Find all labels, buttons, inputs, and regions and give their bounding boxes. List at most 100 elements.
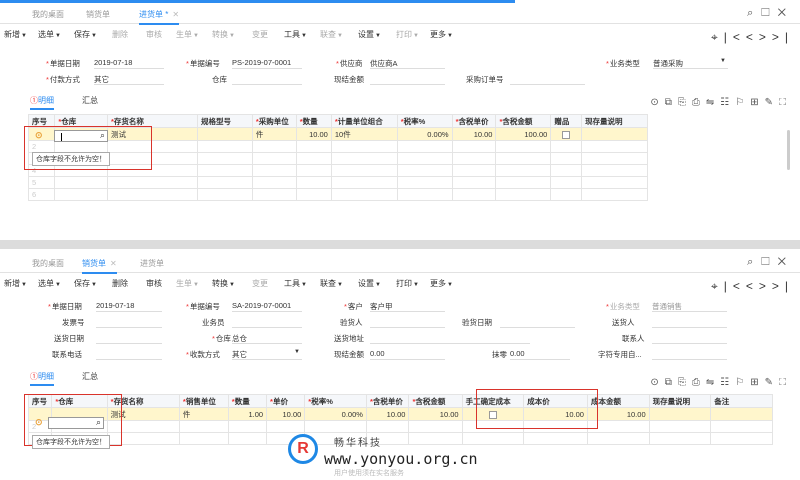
discount-field[interactable]: 0.00 bbox=[510, 349, 570, 360]
last-record-icon[interactable]: >| bbox=[772, 30, 794, 44]
grid-cell[interactable] bbox=[196, 188, 253, 201]
toolbar-11-button[interactable]: 打印▼ bbox=[396, 29, 419, 40]
paste-icon[interactable]: ⎘ bbox=[678, 377, 692, 388]
grid-cell[interactable]: 1.00 bbox=[227, 407, 268, 421]
grid-cell[interactable] bbox=[396, 188, 453, 201]
grid-cell[interactable] bbox=[550, 176, 583, 189]
swap-icon[interactable]: ⇋ bbox=[706, 97, 720, 108]
column-header[interactable]: 规格型号 bbox=[196, 114, 253, 128]
grid-cell[interactable] bbox=[581, 176, 648, 189]
grid-cell[interactable]: 0.00% bbox=[396, 127, 453, 141]
fullscreen-icon[interactable]: ⛶ bbox=[779, 377, 792, 388]
print-icon[interactable]: ⎙ bbox=[692, 377, 706, 388]
columns-icon[interactable]: ☷ bbox=[720, 97, 735, 108]
grid-cell[interactable] bbox=[304, 420, 367, 433]
grid-cell[interactable] bbox=[251, 152, 297, 165]
grid-cell[interactable] bbox=[648, 420, 712, 433]
grid-cell[interactable] bbox=[396, 152, 453, 165]
table-row[interactable]: 5 bbox=[27, 176, 648, 189]
grid-cell[interactable] bbox=[107, 188, 198, 201]
column-header[interactable]: 备注 bbox=[710, 394, 773, 408]
grid-cell[interactable] bbox=[330, 176, 398, 189]
toolbar-5-button[interactable]: 生单▼ bbox=[176, 278, 199, 289]
tab-my-desktop[interactable]: 我的桌面 bbox=[32, 9, 64, 20]
toolbar-0-button[interactable]: 新增▼ bbox=[4, 29, 27, 40]
toolbar-6-button[interactable]: 转换▼ bbox=[212, 278, 235, 289]
grid-cell[interactable] bbox=[451, 164, 497, 177]
column-header[interactable]: *采购单位 bbox=[251, 114, 297, 128]
toolbar-9-button[interactable]: 联查▼ bbox=[320, 278, 343, 289]
subtab-detail[interactable]: ①明细 bbox=[30, 371, 54, 386]
receive-date-field[interactable] bbox=[500, 317, 575, 328]
toolbar-5-button[interactable]: 生单▼ bbox=[176, 29, 199, 40]
grid-cell[interactable] bbox=[227, 432, 268, 445]
column-header[interactable]: *含税金额 bbox=[495, 114, 552, 128]
grid-cell[interactable] bbox=[581, 164, 648, 177]
column-header[interactable]: *税率% bbox=[396, 114, 453, 128]
grid-cell[interactable] bbox=[251, 188, 297, 201]
prev-record-icon[interactable]: < bbox=[746, 30, 759, 44]
toolbar-3-button[interactable]: 删除 bbox=[112, 29, 128, 40]
grid-cell[interactable] bbox=[408, 420, 463, 433]
grid-cell[interactable] bbox=[295, 164, 332, 177]
toolbar-12-button[interactable]: 更多▼ bbox=[430, 278, 453, 289]
next-record-icon[interactable]: > bbox=[759, 30, 772, 44]
table-row[interactable]: 2 bbox=[27, 420, 773, 433]
grid-cell[interactable] bbox=[54, 176, 108, 189]
grid-cell[interactable] bbox=[495, 164, 552, 177]
subtab-detail[interactable]: ①明细 bbox=[30, 95, 54, 110]
grid-cell[interactable] bbox=[648, 407, 712, 421]
grid-cell[interactable] bbox=[295, 176, 332, 189]
grid-cell[interactable] bbox=[178, 432, 229, 445]
tab-purchase-order[interactable]: 进货单 * ✕ bbox=[139, 9, 180, 25]
warehouse-cell-input[interactable]: ⌕ bbox=[54, 130, 108, 142]
subtab-summary[interactable]: 汇总 bbox=[82, 371, 98, 382]
fullscreen-icon[interactable]: ⛶ bbox=[779, 97, 792, 108]
close-icon[interactable]: ✕ bbox=[110, 259, 117, 268]
copy-icon[interactable]: ⧉ bbox=[665, 377, 678, 388]
grid-cell[interactable]: 件 bbox=[251, 127, 297, 141]
grid-cell[interactable] bbox=[396, 164, 453, 177]
column-header[interactable]: *含税单价 bbox=[365, 394, 410, 408]
swap-icon[interactable]: ⇋ bbox=[706, 377, 720, 388]
row-edit-icon[interactable]: ⊙ bbox=[35, 130, 43, 141]
toolbar-4-button[interactable]: 审核 bbox=[146, 278, 162, 289]
grid-cell[interactable] bbox=[396, 176, 453, 189]
target-icon[interactable]: ⊙ bbox=[650, 377, 664, 388]
edit-icon[interactable]: ✎ bbox=[765, 97, 779, 108]
grid-cell[interactable] bbox=[251, 176, 297, 189]
close-window-icon[interactable]: ✕ bbox=[778, 7, 794, 19]
grid-cell[interactable] bbox=[581, 152, 648, 165]
column-header[interactable]: *数量 bbox=[227, 394, 268, 408]
biz-type-field[interactable]: 普通销售 bbox=[652, 301, 727, 312]
settle-amount-field[interactable]: 0.00 bbox=[370, 349, 445, 360]
grid-cell[interactable]: 5 bbox=[27, 176, 56, 189]
grid-cell[interactable] bbox=[495, 188, 552, 201]
paste-icon[interactable]: ⎘ bbox=[678, 97, 692, 108]
toolbar-1-button[interactable]: 选单▼ bbox=[38, 278, 61, 289]
grid-cell[interactable] bbox=[196, 127, 253, 141]
column-header[interactable]: *数量 bbox=[295, 114, 332, 128]
po-no-field[interactable] bbox=[510, 74, 585, 85]
tab-sales-order[interactable]: 销货单 ✕ bbox=[82, 258, 117, 274]
shipper-field[interactable] bbox=[652, 317, 727, 328]
grid-cell[interactable]: 10.00 bbox=[451, 127, 497, 141]
grid-cell[interactable]: 10.00 bbox=[408, 407, 463, 421]
toolbar-9-button[interactable]: 联查▼ bbox=[320, 29, 343, 40]
settle-amount-field[interactable] bbox=[370, 74, 445, 85]
doc-date-field[interactable]: 2019-07-18 bbox=[96, 301, 162, 312]
close-window-icon[interactable]: ✕ bbox=[778, 256, 794, 268]
toolbar-6-button[interactable]: 转换▼ bbox=[212, 29, 235, 40]
column-header[interactable]: *税率% bbox=[304, 394, 367, 408]
column-header[interactable]: 赠品 bbox=[550, 114, 583, 128]
close-icon[interactable]: ✕ bbox=[172, 10, 179, 19]
pay-method-field[interactable]: 其它 bbox=[94, 74, 164, 85]
grid-cell[interactable]: 10.00 bbox=[266, 407, 306, 421]
customer-field[interactable]: 客户甲 bbox=[370, 301, 445, 312]
tab-my-desktop[interactable]: 我的桌面 bbox=[32, 258, 64, 269]
warehouse-field[interactable] bbox=[232, 74, 302, 85]
copy-icon[interactable]: ⧉ bbox=[665, 97, 678, 108]
grid-cell[interactable] bbox=[710, 432, 773, 445]
grid-cell[interactable] bbox=[710, 420, 773, 433]
flag-icon[interactable]: ⚐ bbox=[735, 97, 750, 108]
